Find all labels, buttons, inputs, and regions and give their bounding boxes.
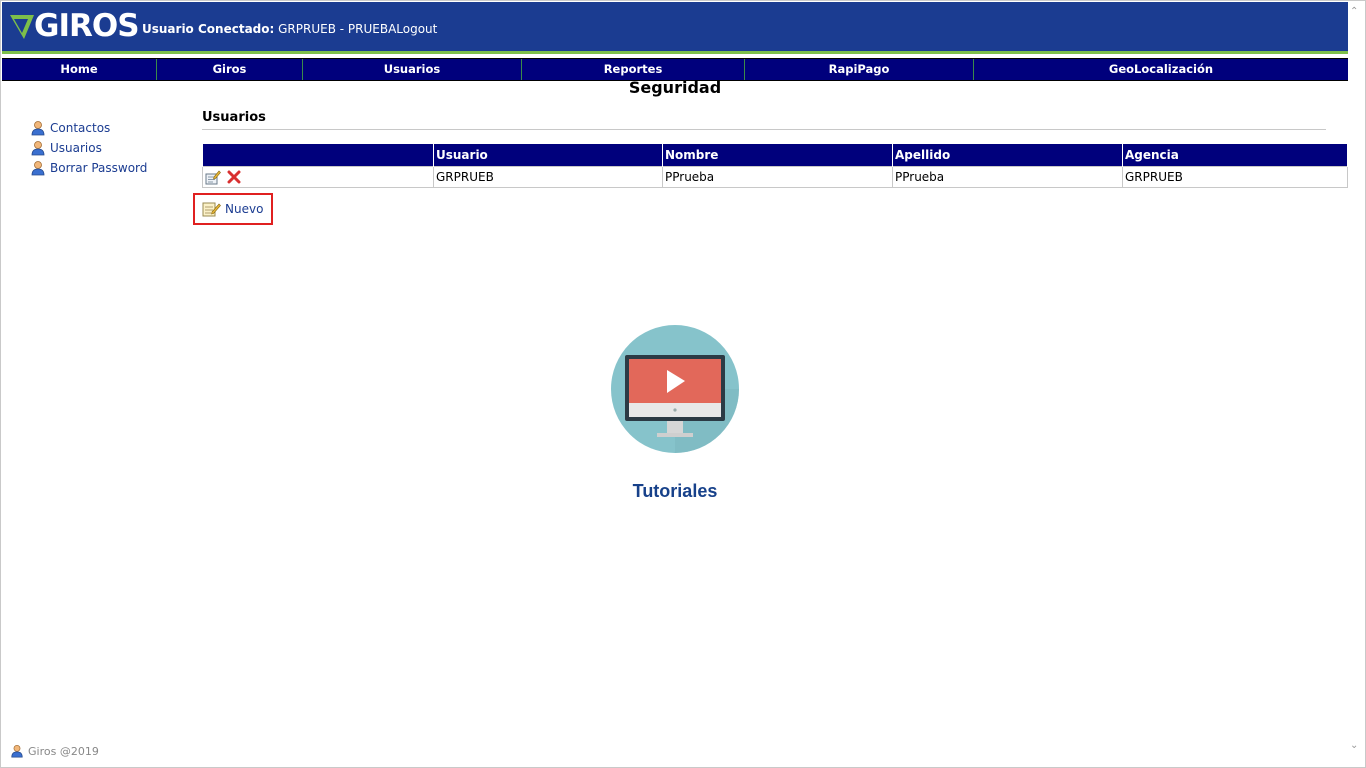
sidebar-item-label: Contactos <box>50 121 111 135</box>
new-document-icon <box>202 202 221 217</box>
column-header-actions <box>202 144 434 167</box>
cell-usuario: GRPRUEB <box>433 166 663 188</box>
page-title: Seguridad <box>628 78 722 97</box>
edit-icon[interactable] <box>205 170 221 185</box>
connected-user-label: Usuario Conectado: <box>142 22 275 36</box>
nav-geolocalizacion[interactable]: GeoLocalización <box>974 59 1348 80</box>
nuevo-label: Nuevo <box>225 202 264 216</box>
logout-link[interactable]: Logout <box>396 22 437 36</box>
section-title: Usuarios <box>202 110 1326 130</box>
connected-user-value: GRPRUEB - PRUEBA <box>278 22 397 36</box>
column-header-nombre[interactable]: Nombre <box>662 144 893 167</box>
table-row: GRPRUEB PPrueba PPrueba GRPRUEB <box>202 166 1348 188</box>
users-table: Usuario Nombre Apellido Agencia GRPRUEB … <box>202 144 1348 188</box>
delete-icon[interactable] <box>227 170 241 184</box>
scroll-down-arrow-icon[interactable]: ⌄ <box>1350 740 1358 751</box>
column-header-usuario[interactable]: Usuario <box>433 144 663 167</box>
logo-text: GIROS <box>34 8 140 44</box>
tutorial-video-icon[interactable] <box>611 325 739 456</box>
header-bar: GIROS Usuario Conectado: GRPRUEB - PRUEB… <box>2 2 1348 54</box>
sidebar-item-usuarios[interactable]: Usuarios <box>30 138 147 158</box>
cell-apellido: PPrueba <box>892 166 1123 188</box>
user-icon <box>31 121 45 136</box>
cell-nombre: PPrueba <box>662 166 893 188</box>
sidebar-item-label: Borrar Password <box>50 161 148 175</box>
monitor-play-icon <box>611 325 739 453</box>
user-icon <box>31 141 45 156</box>
sidebar-item-borrar-password[interactable]: Borrar Password <box>30 158 147 178</box>
nav-home[interactable]: Home <box>2 59 157 80</box>
sidebar-item-contactos[interactable]: Contactos <box>30 118 147 138</box>
row-actions <box>202 166 434 188</box>
tutorial-link[interactable]: Tutoriales <box>560 481 790 502</box>
user-icon <box>11 744 23 758</box>
nav-usuarios[interactable]: Usuarios <box>303 59 522 80</box>
nav-rapipago[interactable]: RapiPago <box>745 59 974 80</box>
footer: Giros @2019 <box>10 744 99 758</box>
nav-giros[interactable]: Giros <box>157 59 303 80</box>
user-icon <box>31 161 45 176</box>
column-header-apellido[interactable]: Apellido <box>892 144 1123 167</box>
nav-reportes[interactable]: Reportes <box>522 59 745 80</box>
column-header-agencia[interactable]: Agencia <box>1122 144 1348 167</box>
giros-logo[interactable]: GIROS <box>8 6 140 46</box>
table-header-row: Usuario Nombre Apellido Agencia <box>202 144 1348 167</box>
footer-text: Giros @2019 <box>28 744 99 758</box>
nuevo-button[interactable]: Nuevo <box>193 193 273 225</box>
connected-user: Usuario Conectado: GRPRUEB - PRUEBALogou… <box>142 22 437 36</box>
sidebar-item-label: Usuarios <box>50 141 102 155</box>
sidebar: Contactos Usuarios Borrar Password <box>30 118 147 178</box>
cell-agencia: GRPRUEB <box>1122 166 1348 188</box>
scroll-up-arrow-icon[interactable]: ⌃ <box>1350 6 1358 17</box>
